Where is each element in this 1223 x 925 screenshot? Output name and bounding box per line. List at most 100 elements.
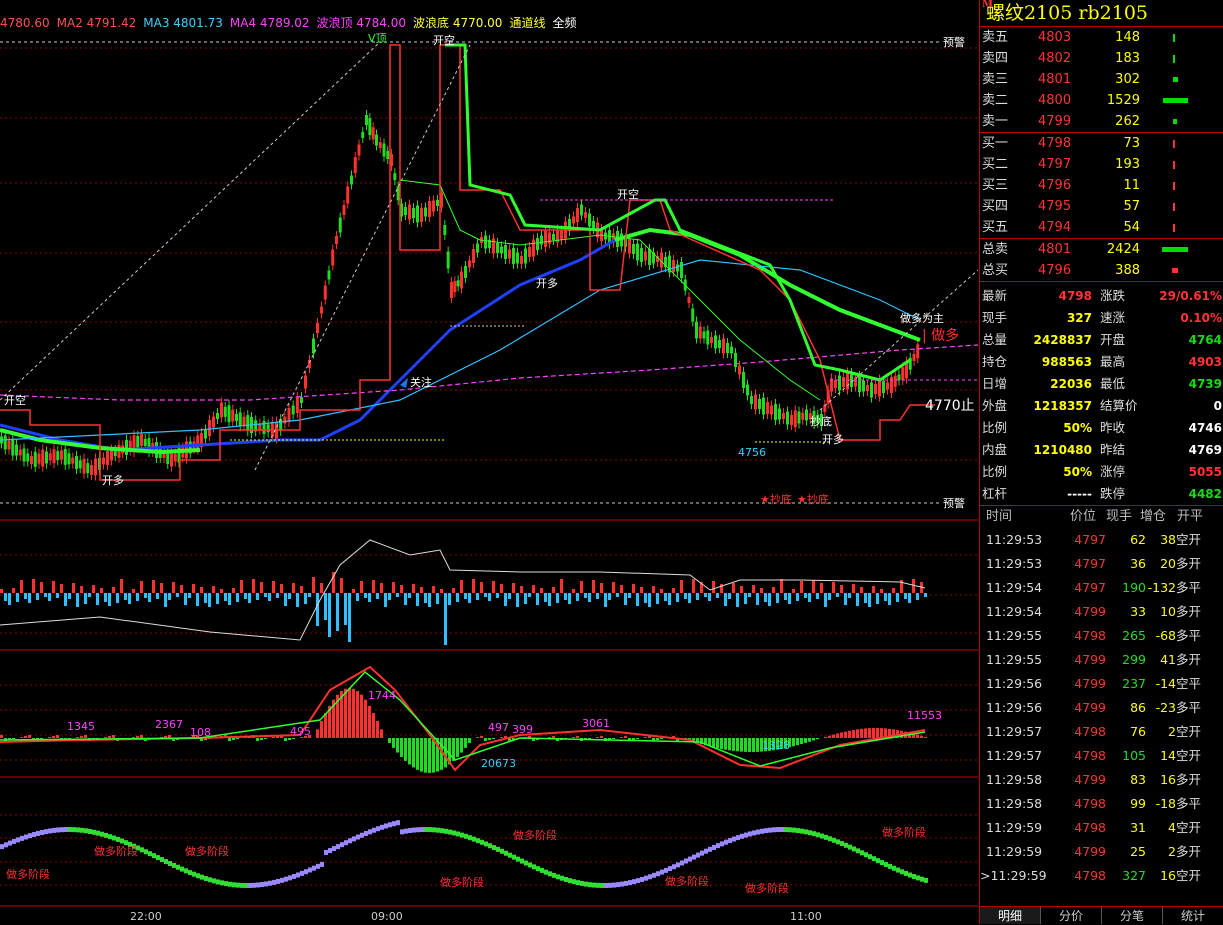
volume-bar [1173,119,1177,124]
macd-bar [316,729,319,738]
phase-step [448,829,452,835]
quote-label: 最低 [1100,376,1126,391]
kline-chart[interactable]: 预警预警开空开空V顶开多开多开多开空关注抄底4756★抄底 ★抄底4770止做多为… [0,0,978,924]
bid-level[interactable]: 买四 4795 57 [980,196,1223,217]
candle-body [560,230,563,240]
total-level[interactable]: 总卖 4801 2424 [980,239,1223,260]
macd-value-label: 1744 [368,689,396,702]
level-price: 4801 [1038,72,1072,87]
tab-price[interactable]: 分价 [1041,906,1102,924]
macd-bar [408,738,411,765]
order-totals: 总卖 4801 2424 总买 4796 388 [980,239,1223,281]
volume-bar [156,593,159,599]
ask-level[interactable]: 卖四 4802 183 [980,48,1223,69]
volume-bar [380,583,383,593]
tab-trades[interactable]: 分笔 [1102,906,1163,924]
volume-bar [584,593,587,598]
volume-bar [476,593,479,600]
candle-body [805,409,808,421]
macd-bar [236,738,239,739]
tick-volume: 62 [1130,532,1146,547]
candle-body [48,453,52,461]
volume-bar [1173,203,1175,211]
tick-row[interactable]: 11:29:54 4797 190 -132 多平 [980,576,1223,600]
tick-volume: 299 [1122,652,1146,667]
candle-body [680,262,683,278]
candle-body [37,453,41,464]
candle-body [220,402,223,418]
ask-level[interactable]: 卖二 4800 1529 [980,90,1223,111]
candle-body [544,231,547,247]
candle-body [552,234,555,240]
phase-step [640,876,644,882]
macd-bar [404,738,407,761]
tick-volume: 190 [1122,580,1146,595]
volume-bar [804,593,807,598]
tick-list[interactable]: 11:29:53 4797 62 38 空开 11:29:53 4797 36 20 多开 11:2… [980,528,1223,888]
volume-bar [924,593,927,597]
candle-body [453,281,457,293]
tick-oi: -14 [1155,676,1176,691]
candle-body [504,245,507,259]
phase-step [304,869,308,875]
tick-row[interactable]: 11:29:54 4799 33 10 多开 [980,600,1223,624]
signal-long-flag: | 做多 [922,327,959,344]
macd-bar [732,738,735,751]
legend-item: MA4 4789.02 [229,16,310,30]
volume-bar [616,593,619,597]
volume-bar [856,593,859,606]
tick-row[interactable]: 11:29:56 4799 86 -23 多平 [980,696,1223,720]
total-level[interactable]: 总买 4796 388 [980,260,1223,281]
quote-label: 涨停 [1100,464,1126,479]
candle-body [382,143,386,157]
macd-bar [844,731,847,738]
tick-row[interactable]: >11:29:59 4798 327 16 空开 [980,864,1223,888]
bid-level[interactable]: 买三 4796 11 [980,175,1223,196]
candle-body [316,323,319,333]
ask-level[interactable]: 卖五 4803 148 [980,27,1223,48]
tick-row[interactable]: 11:29:53 4797 62 38 空开 [980,528,1223,552]
bid-level[interactable]: 买一 4798 73 [980,133,1223,154]
chart-area[interactable]: 预警 预警 开空 开空 V顶 开多 开多 开多 开空 关注 抄底 4756 ★抄底 ★抄底 4770止 做多为… [0,0,978,924]
phase-step [924,877,928,883]
volume-bar [512,583,515,593]
volume-bar [428,593,431,607]
quote-row: 持仓 988563 最高 4903 [980,351,1223,373]
phase-step [592,882,596,888]
phase-step [44,829,48,835]
tab-detail[interactable]: 明细 [980,906,1041,924]
tick-row[interactable]: 11:29:58 4798 99 -18 多平 [980,792,1223,816]
tick-row[interactable]: 11:29:53 4797 36 20 多开 [980,552,1223,576]
phase-step [24,834,28,840]
volume-bar [164,593,167,607]
macd-bar [432,738,435,773]
tick-row[interactable]: 11:29:58 4799 83 16 多开 [980,768,1223,792]
tick-row[interactable]: 11:29:59 4798 31 4 空开 [980,816,1223,840]
candle-body [774,404,777,420]
ask-level[interactable]: 卖一 4799 262 [980,111,1223,132]
candle-body [862,380,865,392]
tick-row[interactable]: 11:29:57 4798 105 14 空开 [980,744,1223,768]
volume-bar [808,593,811,602]
tab-stats[interactable]: 统计 [1163,906,1223,924]
candle-body [456,280,460,287]
tick-row[interactable]: 11:29:57 4798 76 2 空开 [980,720,1223,744]
phase-step [748,831,752,837]
quote-label: 比例 [982,464,1008,479]
tick-row[interactable]: 11:29:55 4798 265 -68 多平 [980,624,1223,648]
tick-row[interactable]: 11:29:56 4799 237 -14 空平 [980,672,1223,696]
volume-bar [4,593,7,601]
level-label: 卖五 [982,30,1009,45]
bid-level[interactable]: 买五 4794 54 [980,217,1223,238]
bid-level[interactable]: 买二 4797 193 [980,154,1223,175]
volume-bar [608,593,611,600]
candle-body [238,412,242,427]
macd-bar [656,738,659,740]
tick-row[interactable]: 11:29:55 4799 299 41 多开 [980,648,1223,672]
quote-label: 结算价 [1100,398,1138,413]
ask-level[interactable]: 卖三 4801 302 [980,69,1223,90]
candle-body [386,151,390,159]
quote-row: 日增 22036 最低 4739 [980,373,1223,395]
volume-bar [764,593,767,602]
tick-row[interactable]: 11:29:59 4799 25 2 多开 [980,840,1223,864]
